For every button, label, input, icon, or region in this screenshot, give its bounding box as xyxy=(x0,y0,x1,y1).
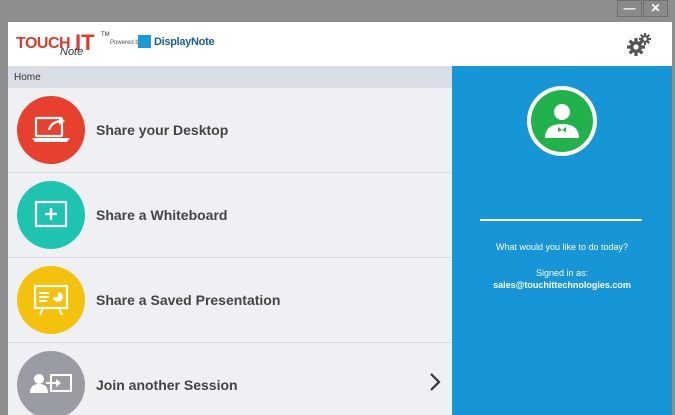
window-titlebar: — ✕ xyxy=(0,0,675,22)
signed-in-email: sales@touchittechnologies.com xyxy=(493,280,631,290)
share-desktop-label: Share your Desktop xyxy=(96,122,229,138)
close-button[interactable]: ✕ xyxy=(643,0,668,17)
presentation-icon xyxy=(17,266,85,334)
app-header: TOUCH IT TM Note Powered by DisplayNote xyxy=(8,22,672,66)
chevron-right-icon[interactable] xyxy=(428,371,442,399)
desktop-share-icon xyxy=(17,96,85,164)
logo-note-text: Note xyxy=(60,46,84,58)
logo-tm-text: TM xyxy=(101,32,110,38)
minimize-button[interactable]: — xyxy=(617,0,642,17)
whiteboard-add-icon xyxy=(17,181,85,249)
share-whiteboard-item[interactable]: Share a Whiteboard xyxy=(8,173,452,258)
displaynote-logo-icon xyxy=(138,35,151,48)
join-session-icon xyxy=(17,351,85,415)
greeting-question: What would you like to do today? xyxy=(495,242,629,252)
logo-brand-text: DisplayNote xyxy=(154,36,215,48)
action-menu: Share your Desktop Share a Whiteboard Sh… xyxy=(8,88,452,415)
share-whiteboard-label: Share a Whiteboard xyxy=(96,207,228,223)
profile-panel: What would you like to do today? Signed … xyxy=(452,66,672,415)
logo-powered-text: Powered by xyxy=(110,40,142,46)
share-desktop-item[interactable]: Share your Desktop xyxy=(8,88,452,173)
panel-divider xyxy=(480,219,642,221)
settings-button[interactable] xyxy=(626,32,652,56)
breadcrumb: Home xyxy=(8,66,452,88)
app-logo: TOUCH IT TM Note Powered by DisplayNote xyxy=(16,30,216,58)
join-session-item[interactable]: Join another Session xyxy=(8,343,452,415)
gear-icon xyxy=(627,33,651,56)
app-window: TOUCH IT TM Note Powered by DisplayNote xyxy=(8,22,672,415)
share-presentation-item[interactable]: Share a Saved Presentation xyxy=(8,258,452,343)
user-avatar-icon xyxy=(527,86,597,156)
join-session-label: Join another Session xyxy=(96,377,238,393)
share-presentation-label: Share a Saved Presentation xyxy=(96,292,281,308)
signed-in-label: Signed in as: xyxy=(535,268,589,278)
